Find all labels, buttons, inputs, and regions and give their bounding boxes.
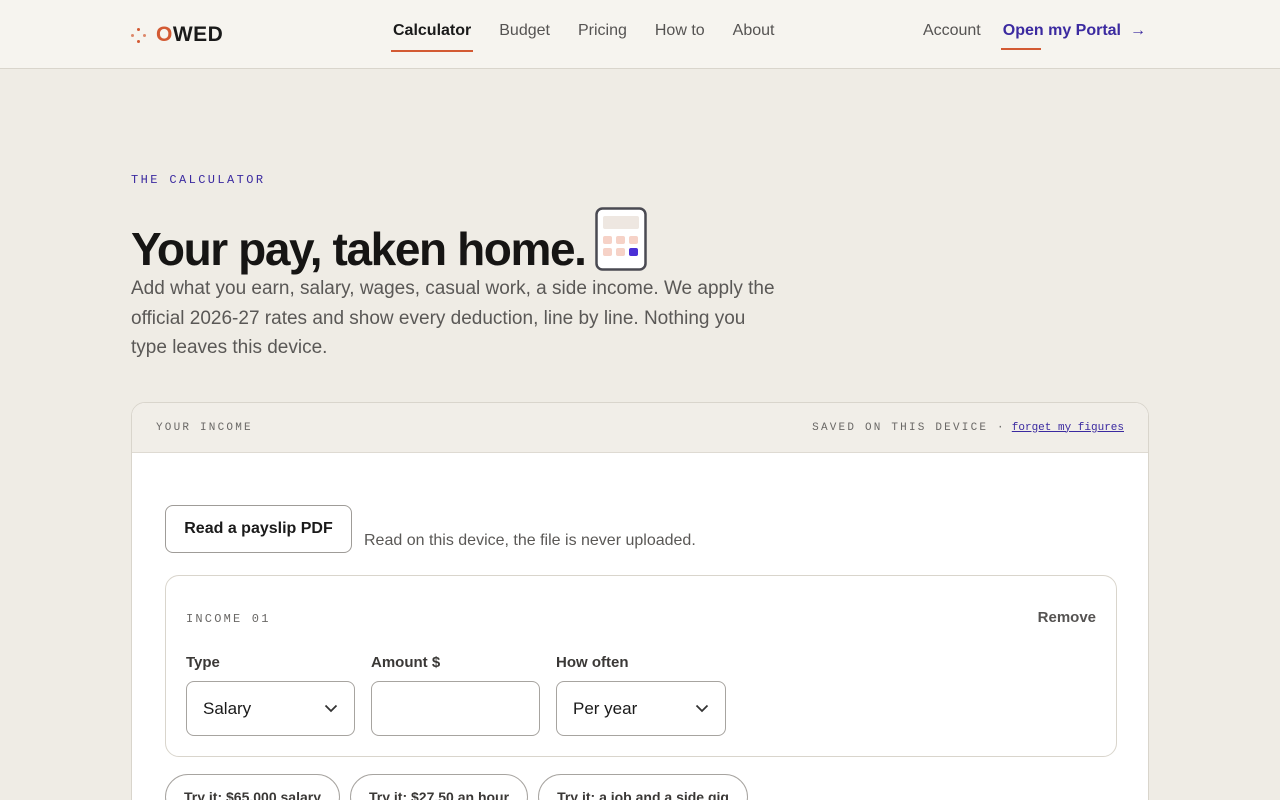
calculator-icon — [595, 207, 647, 271]
card-header: YOUR INCOME SAVED ON THIS DEVICE · forge… — [132, 403, 1148, 453]
amount-field: Amount $ — [371, 654, 540, 736]
nav-how-to[interactable]: How to — [655, 22, 705, 50]
amount-input[interactable] — [388, 698, 523, 719]
read-payslip-button[interactable]: Read a payslip PDF — [165, 505, 352, 553]
nav-about[interactable]: About — [733, 22, 775, 50]
main-nav: Calculator Budget Pricing How to About — [390, 22, 775, 52]
nav-account[interactable]: Account — [923, 22, 981, 40]
nav-budget[interactable]: Budget — [499, 22, 550, 50]
type-label: Type — [186, 654, 220, 671]
arrow-right-icon: → — [1130, 22, 1146, 39]
income-label: INCOME 01 — [186, 612, 271, 626]
saved-status: SAVED ON THIS DEVICE · forget my figures — [812, 422, 1124, 434]
amount-input-wrap — [371, 681, 540, 736]
frequency-value: Per year — [573, 698, 638, 718]
try-side-gig-button[interactable]: Try it: a job and a side gig — [538, 774, 748, 800]
nav-pricing[interactable]: Pricing — [578, 22, 627, 50]
sparkle-icon — [131, 27, 146, 43]
frequency-select[interactable]: Per year — [556, 681, 726, 736]
page-description: Add what you earn, salary, wages, casual… — [131, 278, 775, 358]
type-value: Salary — [203, 698, 252, 718]
top-nav: OWED Calculator Budget Pricing How to Ab… — [0, 0, 1280, 69]
open-portal-link[interactable]: Open my Portal → — [1000, 22, 1146, 50]
open-portal-label: Open my Portal — [1002, 22, 1121, 39]
payslip-note: Read on this device, the file is never u… — [364, 532, 696, 549]
card-header-label: YOUR INCOME — [156, 421, 253, 434]
try-salary-button[interactable]: Try it: $65,000 salary — [165, 774, 340, 800]
amount-label: Amount $ — [371, 654, 441, 671]
type-select[interactable]: Salary — [186, 681, 355, 736]
income-row: INCOME 01 Remove Type Salary Amount $ Ho… — [165, 575, 1117, 757]
logo[interactable]: OWED — [131, 22, 223, 48]
saved-text: SAVED ON THIS DEVICE · — [812, 421, 1006, 434]
income-card: YOUR INCOME SAVED ON THIS DEVICE · forge… — [131, 402, 1149, 800]
try-hourly-button[interactable]: Try it: $27.50 an hour — [350, 774, 529, 800]
chevron-down-icon — [324, 704, 338, 713]
type-field: Type Salary — [186, 654, 355, 736]
frequency-field: How often Per year — [556, 654, 726, 736]
frequency-label: How often — [556, 654, 629, 671]
forget-figures-link[interactable]: forget my figures — [1012, 422, 1124, 434]
section-eyebrow: THE CALCULATOR — [131, 173, 266, 187]
nav-right: Account Open my Portal → — [923, 22, 1146, 50]
chevron-down-icon — [695, 704, 709, 713]
nav-calculator[interactable]: Calculator — [390, 22, 474, 52]
example-buttons: Try it: $65,000 salary Try it: $27.50 an… — [165, 774, 748, 800]
page-title: Your pay, taken home. — [131, 223, 587, 275]
logo-wordmark: OWED — [156, 23, 224, 46]
remove-income-button[interactable]: Remove — [1038, 609, 1096, 626]
